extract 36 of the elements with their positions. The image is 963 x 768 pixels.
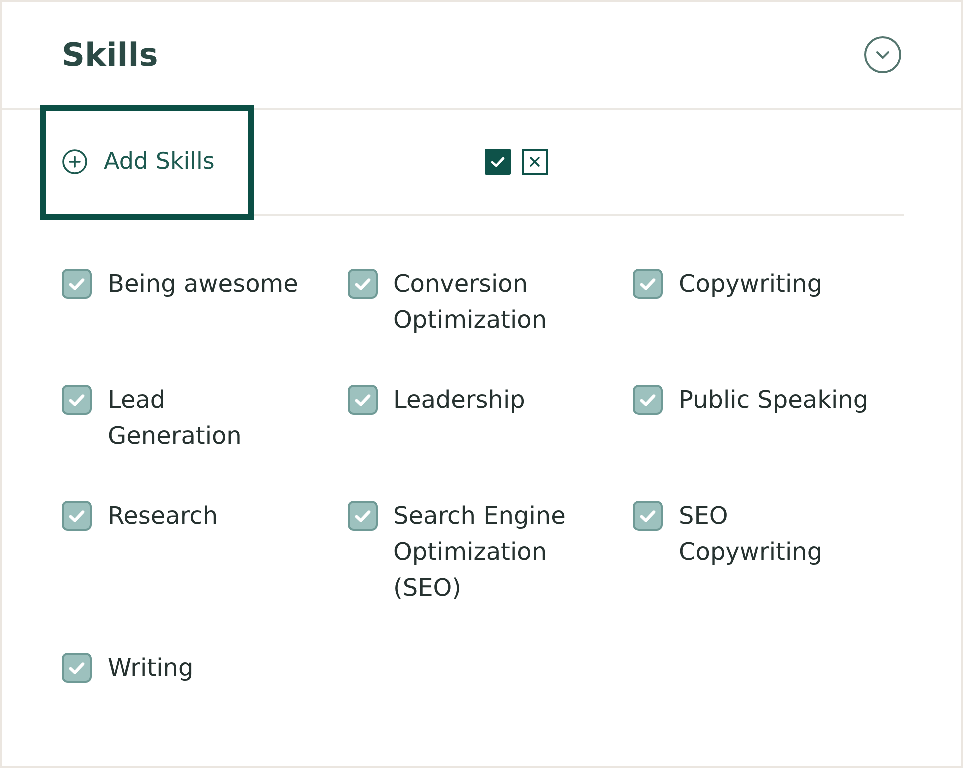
plus-circle-icon	[62, 149, 88, 175]
tick-icon	[354, 394, 370, 406]
tick-icon	[640, 394, 656, 406]
skill-label: Being awesome	[108, 269, 298, 300]
confirm-check-icon[interactable]	[484, 149, 511, 175]
tick-icon	[640, 510, 656, 522]
skill-checkbox[interactable]	[348, 269, 378, 299]
skill-label: Writing	[108, 653, 194, 684]
tick-icon	[69, 278, 85, 290]
skill-label: SEO Copywriting	[679, 501, 824, 568]
tick-icon	[354, 278, 370, 290]
skill-checkbox[interactable]	[62, 653, 92, 683]
tick-icon	[69, 510, 85, 522]
skill-label: Lead Generation	[108, 385, 243, 452]
skill-checkbox[interactable]	[62, 269, 92, 299]
chevron-down-icon[interactable]	[864, 36, 902, 74]
tick-icon	[354, 510, 370, 522]
skill-checkbox[interactable]	[348, 385, 378, 415]
tick-icon	[69, 662, 85, 674]
tick-icon	[69, 394, 85, 406]
skill-checkbox[interactable]	[633, 501, 663, 531]
skill-label: Search Engine Optimization (SEO)	[394, 501, 567, 604]
skill-label: Public Speaking	[679, 385, 869, 416]
skill-checkbox[interactable]	[62, 501, 92, 531]
panel-title: Skills	[62, 36, 158, 74]
skill-checkbox[interactable]	[633, 385, 663, 415]
skill-checkbox[interactable]	[633, 269, 663, 299]
cancel-x-icon[interactable]	[522, 149, 548, 175]
skill-label: Leadership	[394, 385, 526, 416]
tick-icon	[640, 278, 656, 290]
skill-checkbox[interactable]	[62, 385, 92, 415]
skill-label: Copywriting	[679, 269, 823, 300]
skill-checkbox[interactable]	[348, 501, 378, 531]
skill-label: Conversion Optimization	[394, 269, 548, 336]
skill-label: Research	[108, 501, 218, 532]
add-skills-button[interactable]: Add Skills	[62, 149, 215, 175]
